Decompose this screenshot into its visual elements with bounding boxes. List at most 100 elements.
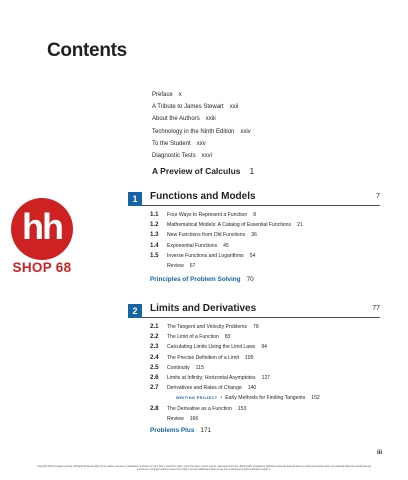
section-title: Derivatives and Rates of Change (167, 385, 242, 392)
page-number: 1 (249, 166, 255, 176)
entry-title: Technology in the Ninth Edition (152, 128, 235, 135)
chapter-1-header[interactable]: 1 Functions and Models 7 (128, 191, 380, 207)
chapter-2-header[interactable]: 2 Limits and Derivatives 77 (128, 303, 380, 319)
principles-title: Principles of Problem Solving (150, 276, 241, 283)
section-title: The Precise Definition of a Limit (167, 354, 239, 361)
section-title: Exponential Functions (167, 242, 218, 249)
review-entry[interactable]: Review 166 (150, 414, 380, 424)
page-number: 127 (261, 374, 271, 381)
page-number: 94 (261, 344, 267, 351)
front-matter-item[interactable]: To the Student xxv (152, 138, 352, 150)
section-entry[interactable]: 2.8 The Derivative as a Function 153 (150, 404, 380, 414)
page-number: 36 (251, 232, 257, 239)
section-number: 1.5 (150, 251, 159, 259)
principles-entry[interactable]: Principles of Problem Solving 70 (150, 276, 254, 283)
chapter-1-sections: 1.1 Four Ways to Represent a Function 8 1.… (150, 210, 380, 271)
shop-watermark: hh SHOP 68 (2, 198, 82, 282)
chapter-title: Functions and Models (150, 191, 256, 202)
page-number: 21 (297, 222, 303, 229)
section-number: 1.4 (150, 241, 159, 249)
preview-title: A Preview of Calculus (152, 166, 241, 176)
section-number: 2.8 (150, 404, 159, 412)
section-entry[interactable]: 2.3 Calculating Limits Using the Limit La… (150, 342, 380, 352)
section-number: 2.2 (150, 333, 159, 341)
section-entry[interactable]: 1.3 New Functions from Old Functions 36 (150, 230, 380, 240)
section-title: Calculating Limits Using the Limit Laws (167, 344, 256, 351)
writing-project-entry[interactable]: WRITING PROJECT • Early Methods for Findin… (150, 393, 380, 403)
front-matter-item[interactable]: Technology in the Ninth Edition xxiv (152, 126, 352, 138)
page-number: 78 (253, 324, 259, 330)
section-title: Limits at Infinity; Horizontal Asymptote… (167, 374, 256, 381)
page-number: 67 (189, 262, 196, 269)
page-number: 83 (224, 334, 231, 341)
chapter-page: 77 (372, 305, 380, 312)
section-entry[interactable]: 2.2 The Limit of a Function 83 (150, 332, 380, 342)
entry-title: Diagnostic Tests (152, 152, 196, 159)
watermark-shop-label: SHOP 68 (12, 260, 72, 275)
section-entry[interactable]: 2.1 The Tangent and Velocity Problems 78 (150, 322, 380, 332)
entry-title: Preface (152, 92, 173, 98)
section-number: 2.4 (150, 353, 159, 361)
page-number: xxvi (201, 152, 212, 159)
section-number: 1.3 (150, 231, 159, 239)
copyright-notice: Copyright 2021 Cengage Learning. All Rig… (37, 466, 371, 472)
section-title: The Limit of a Function (167, 334, 219, 341)
front-matter-item[interactable]: A Tribute to James Stewart xxii (152, 101, 352, 113)
page-number: 8 (253, 212, 257, 218)
chapter-number-badge: 1 (128, 192, 142, 206)
section-title: The Tangent and Velocity Problems (167, 324, 248, 330)
page-number: 45 (223, 242, 229, 249)
page-number: 54 (249, 252, 256, 259)
section-entry[interactable]: 1.1 Four Ways to Represent a Function 8 (150, 210, 380, 220)
page-number-roman: iii (377, 450, 383, 456)
section-title: New Functions from Old Functions (167, 232, 246, 239)
writing-project-title: Early Methods for Finding Tangents (225, 395, 306, 402)
section-entry[interactable]: 1.4 Exponential Functions 45 (150, 241, 380, 251)
section-title: Inverse Functions and Logarithms (167, 252, 244, 259)
problems-plus-entry[interactable]: Problems Plus 171 (150, 427, 211, 434)
section-title: The Derivative as a Function (167, 405, 232, 412)
page-number: xxiii (205, 116, 216, 123)
watermark-logo-icon: hh (11, 198, 73, 260)
page-number: xxv (196, 140, 206, 147)
chapter-2-sections: 2.1 The Tangent and Velocity Problems 78 2… (150, 322, 380, 424)
page-number: 166 (189, 415, 199, 422)
page-number: 140 (247, 385, 257, 392)
review-entry[interactable]: Review 67 (150, 261, 380, 271)
section-number: 2.6 (150, 373, 159, 381)
section-entry[interactable]: 2.6 Limits at Infinity; Horizontal Asympt… (150, 373, 380, 383)
page-number: 115 (195, 364, 204, 371)
section-title: Four Ways to Represent a Function (167, 212, 248, 218)
front-matter-item[interactable]: Preface x (152, 89, 352, 101)
preview-entry[interactable]: A Preview of Calculus 1 (152, 166, 254, 176)
section-entry[interactable]: 2.4 The Precise Definition of a Limit 105 (150, 353, 380, 363)
problems-plus-title: Problems Plus (150, 427, 195, 434)
chapter-number-badge: 2 (128, 304, 142, 318)
section-entry[interactable]: 2.5 Continuity 115 (150, 363, 380, 373)
chapter-page: 7 (376, 193, 380, 200)
review-title: Review (167, 262, 184, 269)
section-number: 1.1 (150, 211, 159, 218)
entry-title: About the Authors (152, 116, 200, 123)
chapter-rule (128, 317, 380, 319)
section-entry[interactable]: 2.7 Derivatives and Rates of Change 140 (150, 383, 380, 393)
bullet-icon: • (220, 395, 223, 402)
page-number: 153 (237, 405, 247, 412)
page-number: 105 (244, 354, 254, 361)
page-number: x (178, 92, 182, 98)
writing-project-tag: WRITING PROJECT (176, 396, 218, 401)
chapter-rule (128, 205, 380, 207)
page-number: 70 (246, 276, 254, 283)
review-title: Review (167, 415, 184, 422)
front-matter-item[interactable]: About the Authors xxiii (152, 113, 352, 125)
section-title: Continuity (167, 364, 190, 371)
chapter-title: Limits and Derivatives (150, 303, 257, 314)
section-title: Mathematical Models: A Catalog of Essent… (167, 222, 292, 229)
section-number: 2.5 (150, 363, 159, 371)
front-matter-item[interactable]: Diagnostic Tests xxvi (152, 150, 352, 162)
section-number: 2.7 (150, 384, 159, 392)
front-matter-list: Preface x A Tribute to James Stewart xxii … (152, 89, 352, 162)
section-number: 2.1 (150, 323, 159, 330)
section-entry[interactable]: 1.2 Mathematical Models: A Catalog of Ess… (150, 220, 380, 230)
section-entry[interactable]: 1.5 Inverse Functions and Logarithms 54 (150, 251, 380, 261)
